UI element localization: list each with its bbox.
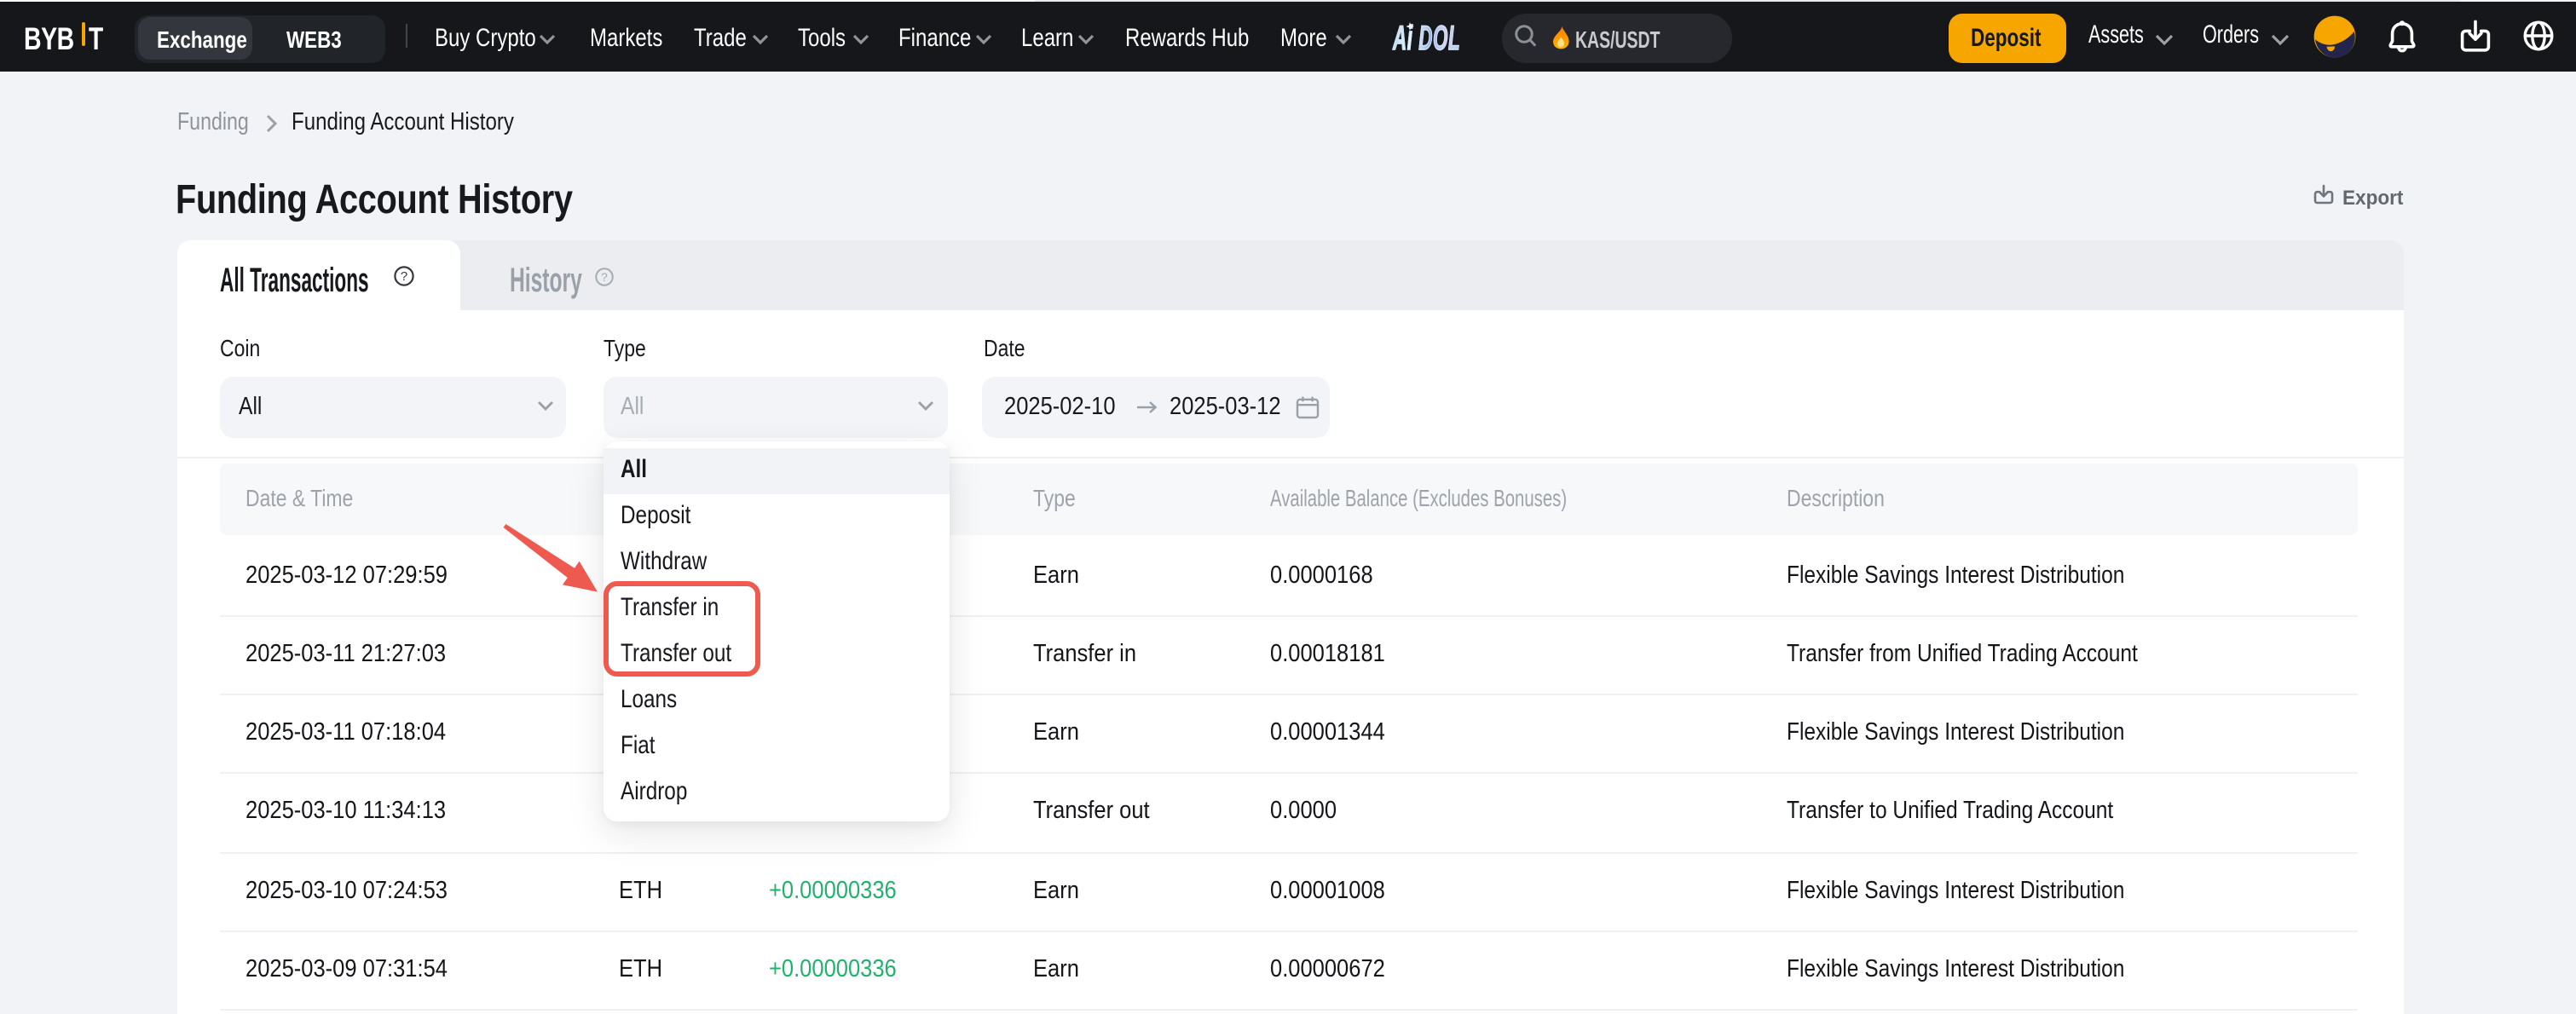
svg-text:?: ? xyxy=(601,270,608,283)
svg-text:?: ? xyxy=(401,270,407,285)
